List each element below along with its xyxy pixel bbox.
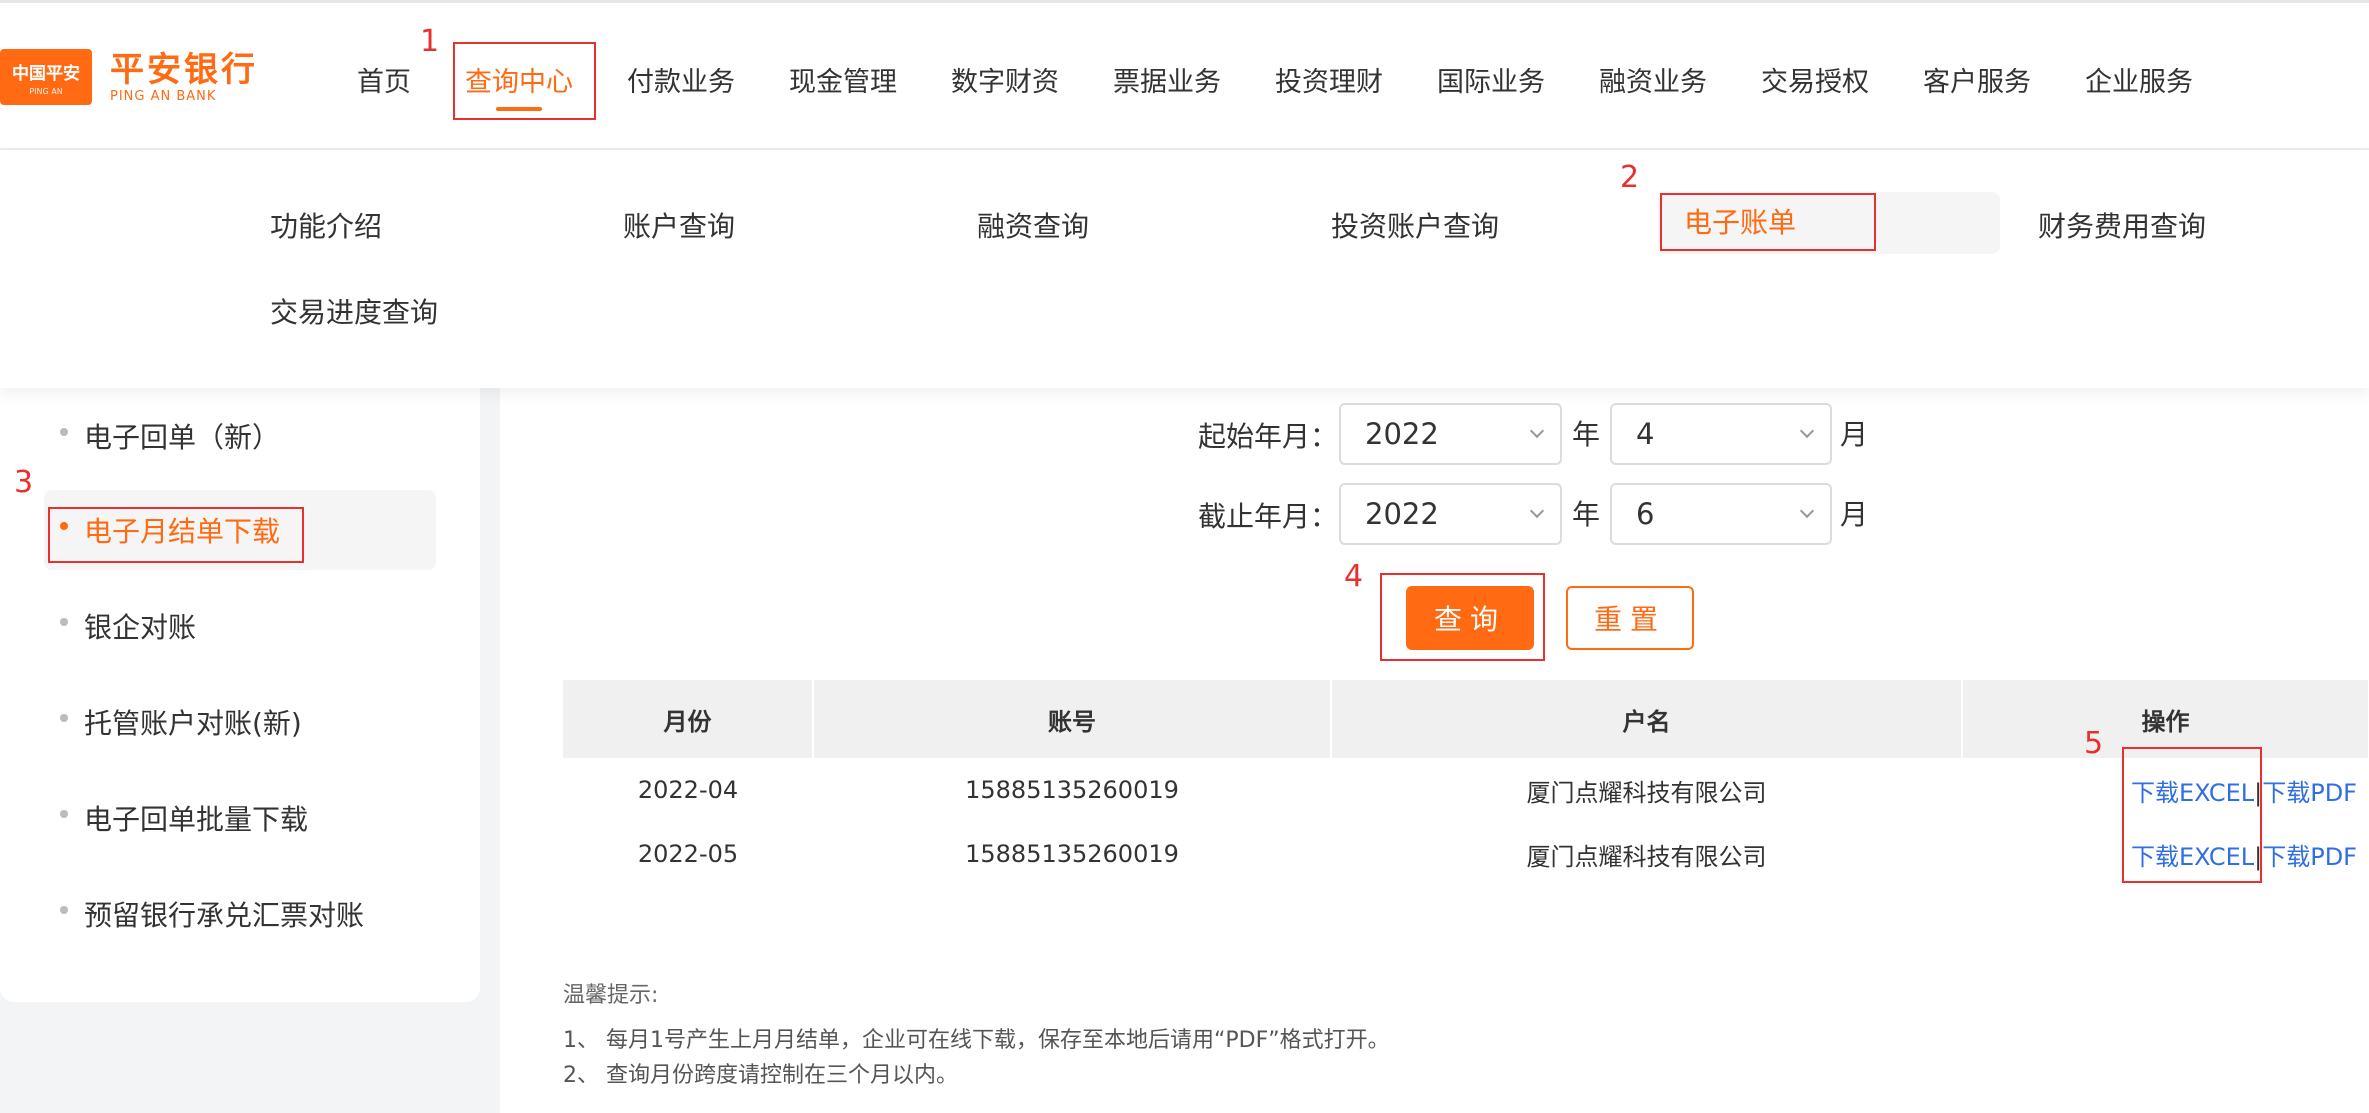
side-menu-item-monthly-statement-download[interactable]: 电子月结单下载 <box>44 490 436 570</box>
main-nav-item-authorization[interactable]: 交易授权 <box>1734 43 1896 115</box>
start-year-value: 2022 <box>1365 417 1439 451</box>
sub-menu-item-financing-query[interactable]: 融资查询 <box>977 196 1089 258</box>
end-month-unit: 月 <box>1840 498 1869 531</box>
main-nav-item-payment[interactable]: 付款业务 <box>600 43 762 115</box>
chevron-down-icon <box>1529 423 1545 439</box>
column-header-operations[interactable]: 操作 <box>1962 680 2369 758</box>
statement-table: 月份 账号 户名 操作 2022-04 15885135260019 厦门点耀科… <box>563 680 2369 886</box>
annotation-number-2: 2 <box>1620 160 1640 195</box>
side-menu-item-custody-reconciliation[interactable]: 托管账户对账(新) <box>44 682 436 762</box>
logo-badge-subtext: PING AN <box>29 86 63 96</box>
cell-account-name: 厦门点耀科技有限公司 <box>1526 778 1767 807</box>
bank-name-cn: 平安银行 <box>110 49 258 90</box>
side-menu-item-batch-receipt-download[interactable]: 电子回单批量下载 <box>44 778 436 858</box>
sub-menu-item-e-statement[interactable]: 电子账单 <box>1658 192 2000 254</box>
end-month-label: 截止年月： <box>1198 500 1339 533</box>
download-excel-link[interactable]: 下载EXCEL <box>2131 779 2254 807</box>
end-month-select[interactable]: 6 <box>1610 483 1832 545</box>
annotation-number-5: 5 <box>2084 726 2104 761</box>
bank-name-en: PING AN BANK <box>110 88 217 104</box>
tips-line-1: 1、 每月1号产生上月月结单，企业可在线下载，保存至本地后请用“PDF”格式打开… <box>563 1028 1390 1053</box>
download-pdf-link[interactable]: 下载PDF <box>2262 779 2357 807</box>
logo-badge: 中国平安 PING AN <box>0 49 92 105</box>
cell-account-name: 厦门点耀科技有限公司 <box>1526 842 1767 871</box>
download-excel-link[interactable]: 下载EXCEL <box>2131 843 2254 871</box>
start-month-label: 起始年月： <box>1198 420 1339 453</box>
column-header-month[interactable]: 月份 <box>563 680 814 758</box>
main-nav-item-digital-treasury[interactable]: 数字财资 <box>924 43 1086 115</box>
start-year-select[interactable]: 2022 <box>1339 403 1562 465</box>
column-header-account-name[interactable]: 户名 <box>1331 680 1963 758</box>
sub-menu-item-transaction-progress[interactable]: 交易进度查询 <box>270 282 438 344</box>
query-button[interactable]: 查询 <box>1406 586 1534 650</box>
start-month-unit: 月 <box>1840 418 1869 451</box>
chevron-down-icon <box>1799 423 1815 439</box>
cell-account: 15885135260019 <box>965 840 1179 868</box>
annotation-number-1: 1 <box>420 24 440 59</box>
logo-badge-text: 中国平安 <box>12 63 80 84</box>
main-nav-item-query-center[interactable]: 查询中心 <box>438 43 600 115</box>
end-month-value: 6 <box>1636 497 1655 531</box>
main-nav-item-enterprise-service[interactable]: 企业服务 <box>2058 43 2220 115</box>
main-nav: 首页 查询中心 付款业务 现金管理 数字财资 票据业务 投资理财 国际业务 融资… <box>330 43 2220 115</box>
annotation-number-3: 3 <box>14 465 34 500</box>
side-menu: 电子回单（新） 电子月结单下载 银企对账 托管账户对账(新) 电子回单批量下载 … <box>0 388 480 1002</box>
table-row: 2022-04 15885135260019 厦门点耀科技有限公司 下载EXCE… <box>563 758 2369 822</box>
end-year-select[interactable]: 2022 <box>1339 483 1562 545</box>
main-nav-item-investment[interactable]: 投资理财 <box>1248 43 1410 115</box>
bank-logo[interactable]: 中国平安 PING AN 平安银行 PING AN BANK <box>0 49 258 105</box>
cell-account: 15885135260019 <box>965 776 1179 804</box>
main-nav-item-cash-management[interactable]: 现金管理 <box>762 43 924 115</box>
chevron-down-icon <box>1529 503 1545 519</box>
top-navigation-bar: 中国平安 PING AN 平安银行 PING AN BANK 首页 查询中心 付… <box>0 0 2369 150</box>
main-nav-item-financing[interactable]: 融资业务 <box>1572 43 1734 115</box>
sub-menu-item-intro[interactable]: 功能介绍 <box>270 196 382 258</box>
start-month-select[interactable]: 4 <box>1610 403 1832 465</box>
side-menu-item-acceptance-bill-reconciliation[interactable]: 预留银行承兑汇票对账 <box>44 874 436 954</box>
main-nav-item-bills[interactable]: 票据业务 <box>1086 43 1248 115</box>
annotation-number-4: 4 <box>1344 559 1364 594</box>
sub-menu-panel: 功能介绍 账户查询 融资查询 投资账户查询 电子账单 财务费用查询 交易进度查询 <box>0 150 2369 388</box>
sub-menu-item-finance-fee-query[interactable]: 财务费用查询 <box>2038 196 2206 258</box>
main-nav-item-customer-service[interactable]: 客户服务 <box>1896 43 2058 115</box>
side-menu-item-e-receipt[interactable]: 电子回单（新） <box>44 396 436 476</box>
table-row: 2022-05 15885135260019 厦门点耀科技有限公司 下载EXCE… <box>563 822 2369 886</box>
download-pdf-link[interactable]: 下载PDF <box>2262 843 2357 871</box>
start-month-value: 4 <box>1636 417 1655 451</box>
tips-title: 温馨提示: <box>563 983 659 1008</box>
chevron-down-icon <box>1799 503 1815 519</box>
cell-month: 2022-04 <box>637 776 739 804</box>
sub-menu-item-investment-account-query[interactable]: 投资账户查询 <box>1331 196 1499 258</box>
main-nav-item-international[interactable]: 国际业务 <box>1410 43 1572 115</box>
tips-line-2: 2、 查询月份跨度请控制在三个月以内。 <box>563 1063 958 1088</box>
cell-operations: 下载EXCEL|下载PDF <box>1962 758 2369 822</box>
reset-button[interactable]: 重置 <box>1566 586 1694 650</box>
column-header-account[interactable]: 账号 <box>813 680 1332 758</box>
side-menu-item-bank-reconciliation[interactable]: 银企对账 <box>44 586 436 666</box>
cell-month: 2022-05 <box>637 840 739 868</box>
start-year-unit: 年 <box>1572 418 1601 451</box>
end-year-value: 2022 <box>1365 497 1439 531</box>
sub-menu-item-account-query[interactable]: 账户查询 <box>623 196 735 258</box>
cell-operations: 下载EXCEL|下载PDF <box>1962 822 2369 886</box>
end-year-unit: 年 <box>1572 498 1601 531</box>
tips-section: 温馨提示: 1、 每月1号产生上月月结单，企业可在线下载，保存至本地后请用“PD… <box>563 978 1390 1093</box>
logo-text: 平安银行 PING AN BANK <box>110 51 258 104</box>
